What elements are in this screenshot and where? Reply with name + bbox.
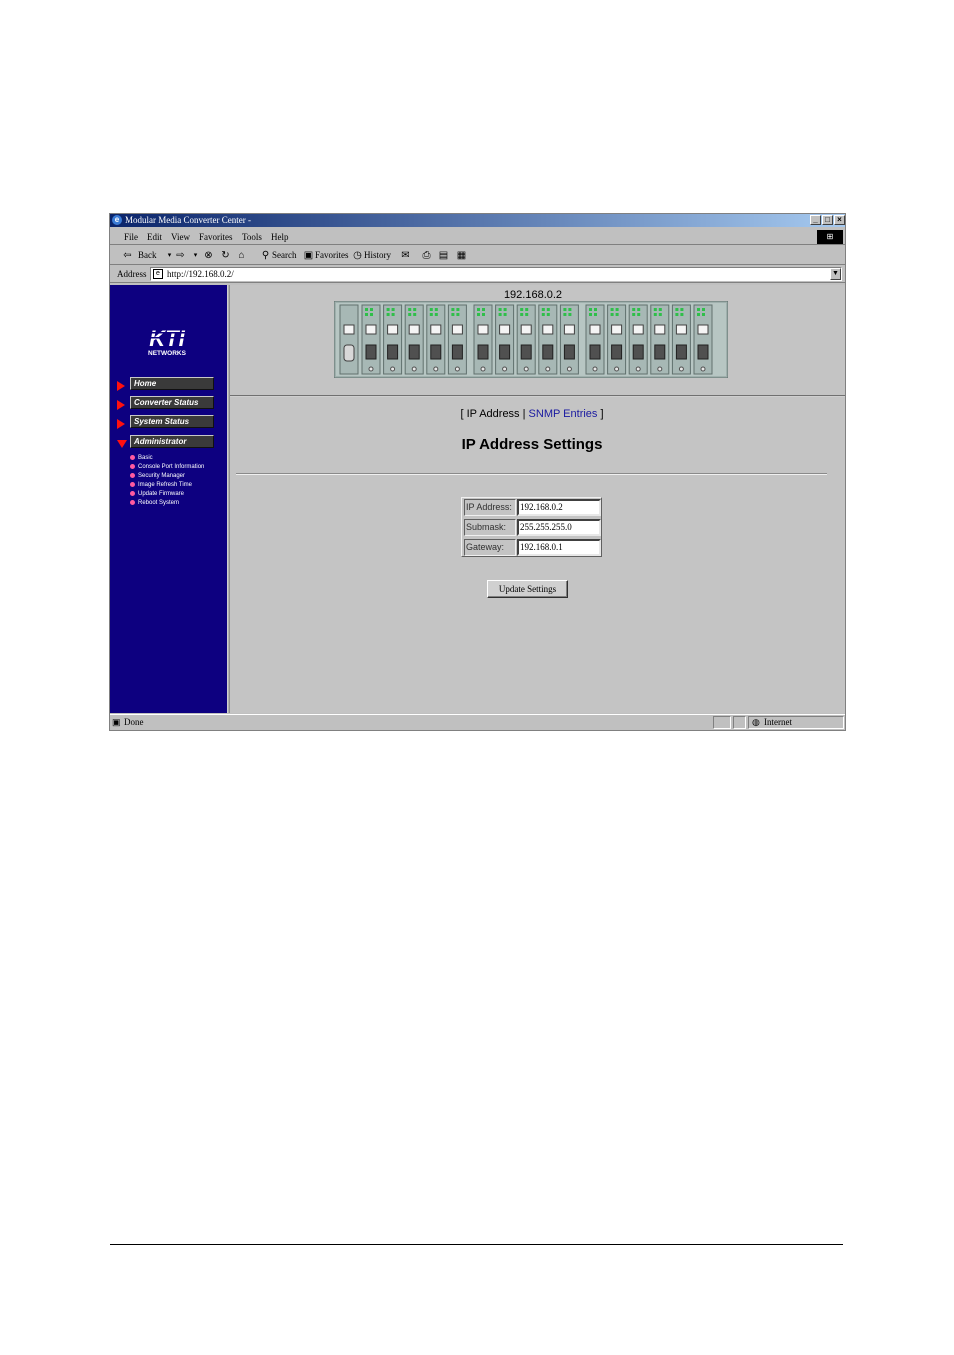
update-settings-button[interactable]: Update Settings [487, 580, 568, 598]
submenu-update-firmware[interactable]: Update Firmware [130, 490, 184, 499]
submenu-image-refresh[interactable]: Image Refresh Time [130, 481, 192, 490]
submenu-reboot-system[interactable]: Reboot System [130, 499, 179, 508]
nav-home-button[interactable]: Home [130, 377, 214, 390]
ip-address-input[interactable]: 192.168.0.2 [517, 499, 601, 516]
bullet-icon [130, 463, 135, 469]
search-icon[interactable]: ⚲ [260, 250, 271, 261]
address-dropdown-icon[interactable]: ▼ [830, 268, 841, 280]
gateway-label: Gateway: [464, 539, 516, 556]
device-frame: 192.168.0.2 [230, 285, 845, 396]
gateway-input[interactable]: 192.168.0.1 [517, 539, 601, 556]
address-bar: Address e http://192.168.0.2/ ▼ [110, 266, 845, 283]
form-row: Submask: 255.255.255.0 [463, 518, 601, 537]
page-footer-rule [110, 1244, 843, 1245]
forward-arrow-icon[interactable]: ⇨ [175, 250, 186, 261]
nav-arrow-icon [117, 419, 125, 429]
submenu-console-port[interactable]: Console Port Information [130, 463, 204, 472]
page-title: IP Address Settings [461, 436, 603, 453]
ip-address-label: IP Address: [464, 499, 516, 516]
status-text: Done [124, 717, 144, 727]
page-status-icon: ▣ [112, 717, 121, 727]
stop-icon[interactable]: ⊗ [203, 250, 214, 261]
form-row: IP Address: 192.168.0.2 [463, 498, 601, 517]
nav-administrator-button[interactable]: Administrator [130, 435, 214, 448]
chassis-image[interactable] [334, 301, 728, 378]
bullet-icon [130, 481, 135, 487]
zone-pane: ◍ Internet [748, 716, 844, 729]
menu-bar: File Edit View Favorites Tools Help ⊞ [110, 229, 845, 245]
device-ip: 192.168.0.2 [503, 289, 563, 301]
submask-label: Submask: [464, 519, 516, 536]
menu-help[interactable]: Help [271, 232, 289, 242]
nav-system-status-button[interactable]: System Status [130, 415, 214, 428]
address-label: Address [117, 269, 147, 279]
submenu-basic[interactable]: Basic [130, 454, 153, 463]
favorites-icon[interactable]: ▣ [303, 250, 314, 261]
back-button[interactable]: Back [138, 250, 157, 260]
divider [236, 473, 827, 475]
menu-tools[interactable]: Tools [242, 232, 262, 242]
discuss-icon[interactable]: ▦ [456, 250, 467, 261]
windows-logo-icon: ⊞ [817, 230, 843, 244]
status-pane [733, 716, 746, 729]
title-bar: e Modular Media Converter Center - _ □ × [110, 214, 845, 227]
minimize-button[interactable]: _ [810, 215, 821, 225]
maximize-button[interactable]: □ [822, 215, 833, 225]
mail-icon[interactable]: ✉ [400, 250, 411, 261]
address-url[interactable]: http://192.168.0.2/ [167, 269, 234, 279]
browser-window: e Modular Media Converter Center - _ □ ×… [109, 213, 846, 731]
history-icon[interactable]: ◷ [352, 250, 363, 261]
back-dropdown-icon[interactable]: ▾ [164, 250, 175, 261]
tab-ip-address[interactable]: IP Address [467, 408, 520, 420]
nav-converter-status-button[interactable]: Converter Status [130, 396, 214, 409]
close-button[interactable]: × [834, 215, 845, 225]
history-button[interactable]: History [364, 250, 391, 260]
nav-arrow-icon [117, 381, 125, 391]
menu-file[interactable]: File [124, 232, 138, 242]
status-pane [713, 716, 731, 729]
submask-input[interactable]: 255.255.255.0 [517, 519, 601, 536]
menu-view[interactable]: View [171, 232, 190, 242]
print-icon[interactable]: ⎙ [421, 250, 432, 261]
bullet-icon [130, 490, 135, 496]
bullet-icon [130, 454, 135, 460]
settings-frame: [ IP Address | SNMP Entries ] IP Address… [230, 397, 845, 713]
settings-tabs: [ IP Address | SNMP Entries ] [460, 408, 604, 420]
kti-logo: KTI NETWORKS [147, 327, 187, 357]
ip-settings-form: IP Address: 192.168.0.2 Submask: 255.255… [461, 497, 602, 557]
edit-icon[interactable]: ▤ [438, 250, 449, 261]
menu-favorites[interactable]: Favorites [199, 232, 233, 242]
page-icon: e [153, 269, 163, 279]
nav-arrow-icon [117, 400, 125, 410]
ie-icon: e [112, 215, 122, 225]
search-button[interactable]: Search [272, 250, 297, 260]
refresh-icon[interactable]: ↻ [220, 250, 231, 261]
status-bar: ▣ Done ◍ Internet [110, 714, 845, 730]
logo-main-text: KTI [149, 327, 185, 351]
bullet-icon [130, 472, 135, 478]
zone-text: Internet [764, 717, 792, 727]
tab-snmp-entries[interactable]: SNMP Entries [529, 408, 598, 420]
toolbar: ⇦ Back ▾ ⇨ ▾ ⊗ ↻ ⌂ ⚲ Search ▣ Favorites … [110, 246, 845, 265]
converter-slots [339, 304, 713, 375]
forward-dropdown-icon[interactable]: ▾ [190, 250, 201, 261]
sidebar: KTI NETWORKS Home Converter Status Syste… [110, 285, 227, 713]
window-title: Modular Media Converter Center - [125, 215, 251, 225]
favorites-button[interactable]: Favorites [315, 250, 349, 260]
logo-sub-text: NETWORKS [148, 350, 187, 357]
bullet-icon [130, 499, 135, 505]
globe-icon: ◍ [752, 717, 760, 727]
nav-arrow-down-icon [117, 440, 127, 448]
back-arrow-icon[interactable]: ⇦ [122, 250, 133, 261]
home-icon[interactable]: ⌂ [236, 250, 247, 261]
page-content: KTI NETWORKS Home Converter Status Syste… [110, 285, 845, 713]
submenu-security-manager[interactable]: Security Manager [130, 472, 185, 481]
form-row: Gateway: 192.168.0.1 [463, 538, 601, 557]
address-input[interactable]: e http://192.168.0.2/ ▼ [150, 267, 842, 281]
menu-edit[interactable]: Edit [147, 232, 162, 242]
